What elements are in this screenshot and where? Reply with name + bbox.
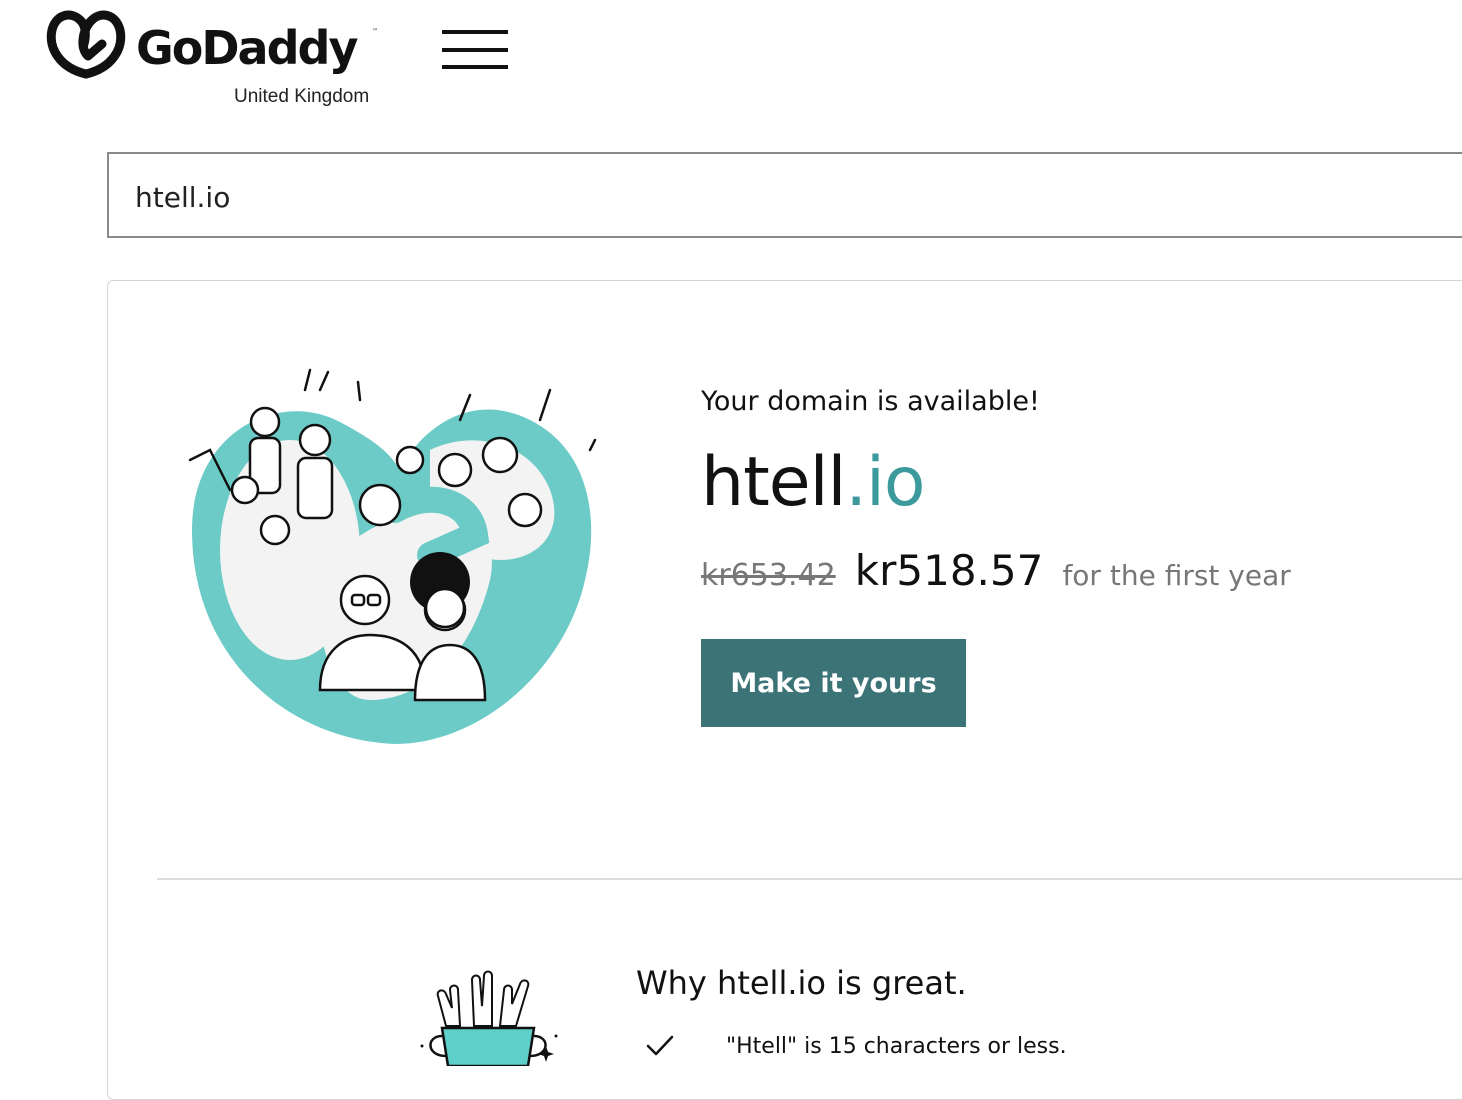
why-great-heading: Why htell.io is great. <box>636 964 967 1002</box>
check-icon <box>646 1035 674 1056</box>
brand-wordmark: GoDaddy <box>136 21 358 75</box>
hamburger-menu-icon[interactable] <box>442 30 508 70</box>
region-label: United Kingdom <box>234 86 370 107</box>
site-header: GoDaddy ™ United Kingdom <box>0 0 1462 130</box>
trademark-symbol: ™ <box>372 28 378 35</box>
domain-search-input[interactable] <box>133 174 1337 220</box>
section-divider <box>157 878 1462 880</box>
celebrating-people-illustration <box>188 368 597 744</box>
domain-name-heading: htell.io <box>701 440 926 526</box>
domain-search-box[interactable] <box>107 152 1462 238</box>
original-price: kr653.42 <box>701 558 836 593</box>
discounted-price: kr518.57 <box>854 546 1044 595</box>
make-it-yours-button[interactable]: Make it yours <box>701 639 966 727</box>
price-row: kr653.42 kr518.57 for the first year <box>701 546 1291 602</box>
godaddy-logo-icon <box>46 10 126 79</box>
domain-tld: .io <box>845 443 925 522</box>
reason-text: "Htell" is 15 characters or less. <box>726 1034 1067 1059</box>
availability-message: Your domain is available! <box>701 386 1040 417</box>
godaddy-logo[interactable]: GoDaddy ™ United Kingdom <box>46 8 386 112</box>
price-term: for the first year <box>1062 559 1291 592</box>
reason-list-item: "Htell" is 15 characters or less. <box>646 1030 1346 1066</box>
domain-sld: htell <box>701 443 846 522</box>
trophy-hands-illustration <box>420 970 558 1066</box>
